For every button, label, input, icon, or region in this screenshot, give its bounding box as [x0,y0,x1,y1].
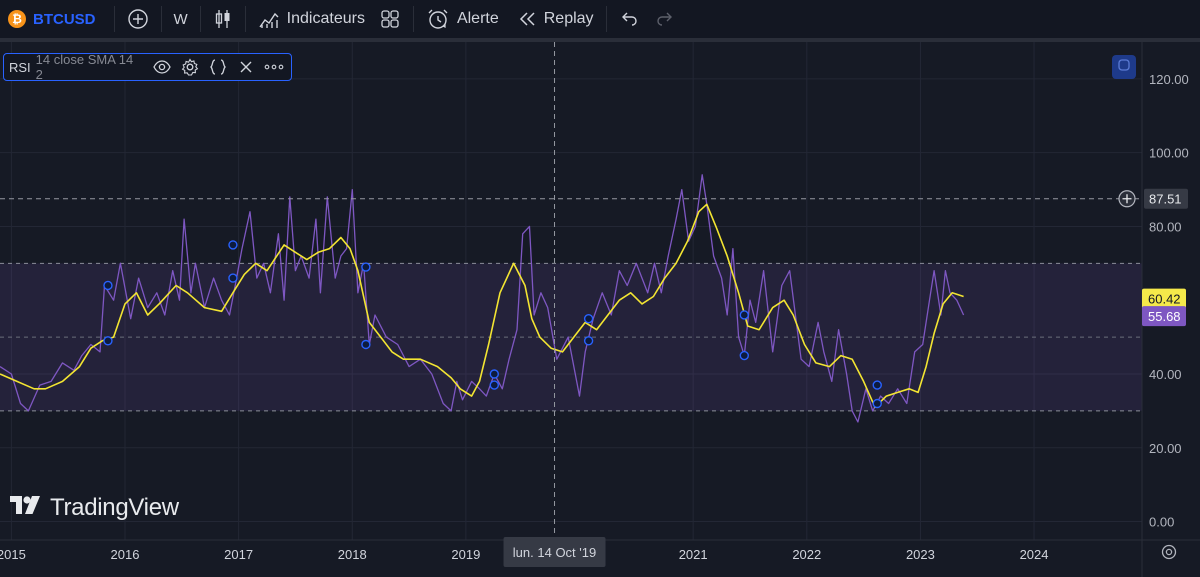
indicator-args: 14 close SMA 14 2 [35,52,134,82]
y-tick-label: 40.00 [1149,367,1182,382]
tradingview-logo: TradingView [10,494,179,522]
divider [113,6,115,32]
more-icon[interactable] [263,56,285,78]
symbol-label: BTCUSD [33,10,96,28]
divider [199,6,201,32]
divider [160,6,162,32]
top-toolbar: ₿ BTCUSD W Indicateurs Alerte Replay [0,0,1200,38]
interval-button[interactable]: W [168,0,194,38]
x-tick-label: 2019 [451,547,480,562]
compare-button[interactable] [121,0,155,38]
crossover-marker [583,336,594,346]
x-tick-label: 2024 [1020,547,1049,562]
layouts-button[interactable] [373,0,407,38]
undo-button[interactable] [613,0,647,38]
chart-settings-button[interactable] [1158,543,1180,565]
symbol-selector[interactable]: ₿ BTCUSD [0,0,102,38]
target-settings-icon [1160,543,1178,566]
replay-button[interactable]: Replay [511,0,600,38]
collapse-icon [1117,58,1131,77]
plus-circle-icon [127,8,149,30]
rsi-chart-pane[interactable]: 120.00 100.00 80.00 40.00 20.00 0.00 2015 2016 2… [0,42,1200,577]
indicator-legend[interactable]: RSI 14 close SMA 14 2 [3,52,292,82]
bitcoin-logo-icon: ₿ [8,10,26,28]
chart-type-button[interactable] [207,0,239,38]
redo-button[interactable] [647,0,681,38]
indicator-name: RSI [9,59,31,75]
eye-icon[interactable] [152,56,174,78]
rewind-icon [517,9,537,29]
grid-layout-icon [379,8,401,30]
x-tick-label: 2018 [338,547,367,562]
x-tick-label: 2015 [0,547,26,562]
crossover-marker [228,273,238,283]
crossover-marker [739,350,749,361]
y-tick-label: 100.00 [1149,146,1189,161]
watermark-text: TradingView [50,494,179,521]
crossover-marker [361,262,371,272]
crossover-marker [103,280,113,291]
indicators-label: Indicateurs [286,10,365,27]
crossover-marker [103,336,113,346]
alert-label: Alerte [456,10,499,27]
divider [412,6,414,32]
candlestick-icon [213,8,233,30]
sma-last-value-label: 60.42 [1148,292,1181,307]
gear-icon[interactable] [179,56,201,78]
x-tick-label: 2017 [224,547,253,562]
crossover-marker [361,339,371,350]
replay-label: Replay [543,10,594,27]
alert-button[interactable]: Alerte [420,0,505,38]
x-tick-label: 2016 [111,547,140,562]
undo-icon [619,8,641,30]
x-tick-label: 2023 [906,547,935,562]
y-tick-label: 20.00 [1149,441,1182,456]
indicators-button[interactable]: Indicateurs [252,0,371,38]
rsi-last-value-label: 55.68 [1148,309,1181,324]
divider [605,6,607,32]
crosshair-price-label: 87.51 [1149,192,1182,207]
divider [244,6,246,32]
alarm-clock-icon [426,7,450,31]
crossover-marker [489,369,499,379]
crossover-marker [583,313,594,324]
collapse-pane-button[interactable] [1112,55,1136,79]
y-tick-label: 80.00 [1149,219,1182,234]
redo-icon [653,8,675,30]
x-tick-label: 2022 [792,547,821,562]
close-icon[interactable] [235,56,257,78]
crossover-marker [739,310,749,320]
y-tick-label: 0.00 [1149,515,1174,530]
source-code-icon[interactable] [207,56,229,78]
crossover-marker [228,240,238,250]
crossover-marker [872,380,882,390]
crosshair-date-label: lun. 14 Oct '19 [513,545,596,560]
crossover-marker [489,380,499,390]
tradingview-logo-icon [10,494,50,522]
indicators-icon [258,8,280,30]
interval-label: W [173,10,188,28]
x-tick-label: 2021 [679,547,708,562]
y-tick-label: 120.00 [1149,72,1189,87]
crossover-marker [872,398,882,409]
